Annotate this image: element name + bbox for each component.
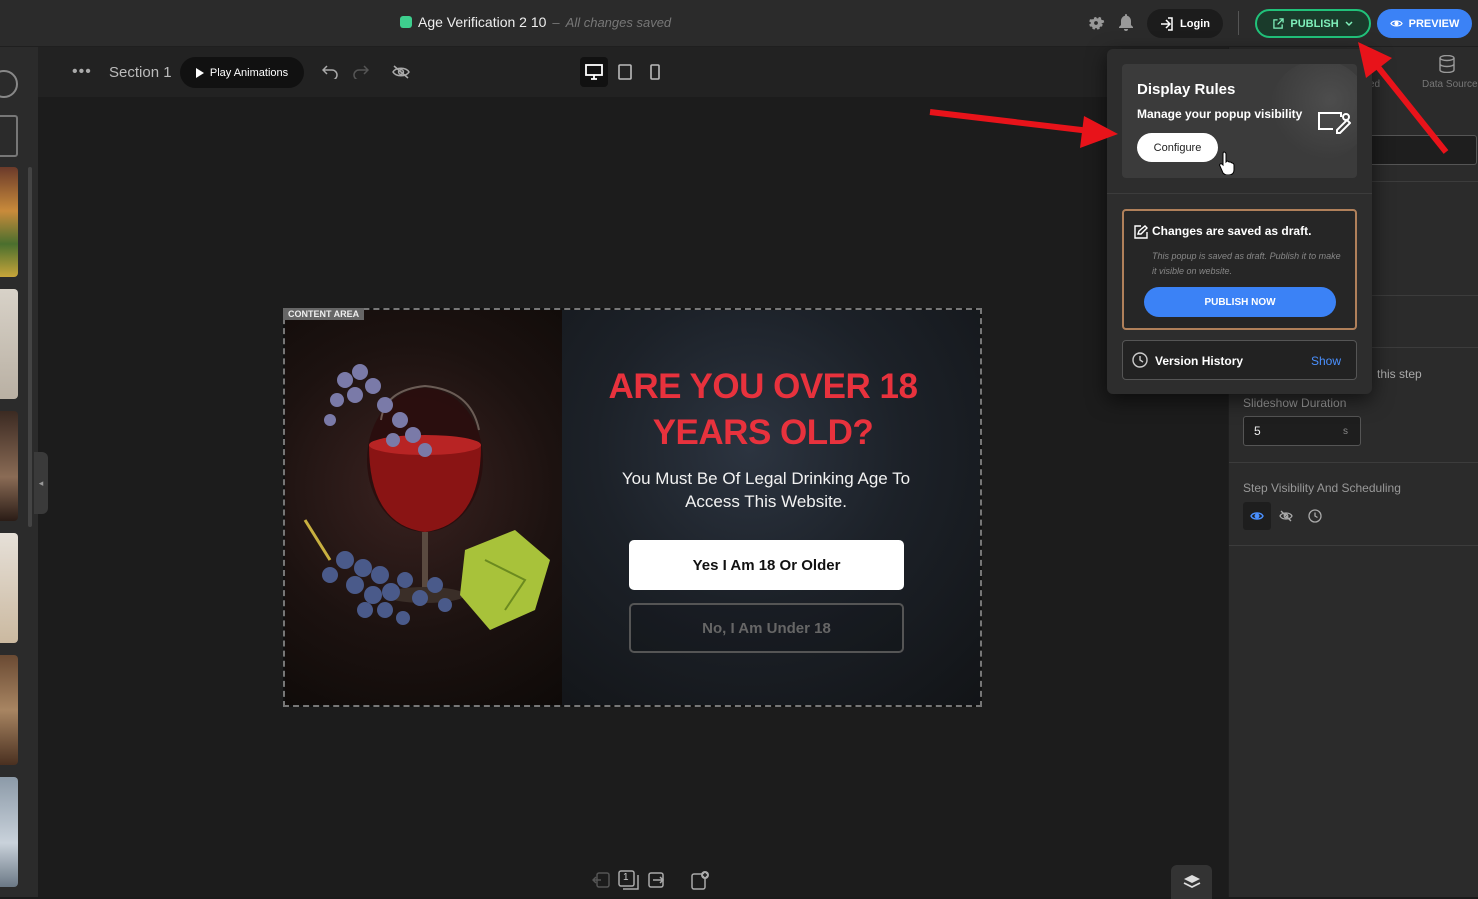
database-icon[interactable] bbox=[1439, 54, 1455, 78]
publish-button[interactable]: PUBLISH bbox=[1255, 9, 1371, 38]
next-page-icon[interactable] bbox=[648, 872, 668, 893]
schedule-clock-icon[interactable] bbox=[1301, 502, 1329, 530]
cursor-hand-icon bbox=[1219, 151, 1235, 180]
no-under-18-button[interactable]: No, I Am Under 18 bbox=[629, 603, 904, 653]
display-rules-title: Display Rules bbox=[1137, 81, 1236, 98]
document-title[interactable]: Age Verification 2 10 – All changes save… bbox=[400, 14, 671, 30]
draft-title: Changes are saved as draft. bbox=[1152, 224, 1312, 238]
external-link-icon bbox=[1273, 18, 1285, 29]
publish-dropdown: Display Rules Manage your popup visibili… bbox=[1107, 49, 1372, 394]
eye-icon bbox=[1389, 20, 1403, 27]
panel-input-field[interactable] bbox=[1369, 135, 1477, 165]
template-thumbnail[interactable] bbox=[0, 167, 18, 277]
slideshow-duration-unit: s bbox=[1343, 426, 1348, 437]
save-status: All changes saved bbox=[565, 14, 672, 30]
publish-now-button[interactable]: PUBLISH NOW bbox=[1144, 287, 1336, 317]
preview-button[interactable]: PREVIEW bbox=[1377, 9, 1472, 38]
yes-over-18-button[interactable]: Yes I Am 18 Or Older bbox=[629, 540, 904, 590]
header-divider bbox=[1238, 11, 1239, 35]
display-rules-card: Display Rules Manage your popup visibili… bbox=[1122, 64, 1357, 178]
wine-glass-image bbox=[303, 364, 550, 630]
edit-rules-icon bbox=[1317, 108, 1352, 139]
history-clock-icon bbox=[1132, 352, 1148, 373]
settings-gear-icon[interactable] bbox=[1085, 12, 1107, 34]
redo-icon[interactable] bbox=[350, 61, 372, 83]
slideshow-duration-value: 5 bbox=[1254, 424, 1261, 438]
step-text-partial: this step bbox=[1377, 367, 1422, 381]
top-bar: Age Verification 2 10 – All changes save… bbox=[0, 0, 1478, 47]
draft-status-card: Changes are saved as draft. This popup i… bbox=[1122, 209, 1357, 330]
play-icon bbox=[195, 67, 204, 78]
page-navigation: 1 bbox=[588, 868, 723, 897]
dropdown-divider bbox=[1107, 193, 1372, 194]
template-thumbnail[interactable] bbox=[0, 411, 18, 521]
draft-description: This popup is saved as draft. Publish it… bbox=[1152, 251, 1341, 276]
notification-bell-icon[interactable] bbox=[1115, 12, 1137, 34]
draft-edit-icon bbox=[1134, 225, 1148, 244]
login-label: Login bbox=[1180, 17, 1210, 30]
document-name: Age Verification 2 10 bbox=[418, 14, 547, 30]
template-thumbnail[interactable] bbox=[0, 289, 18, 399]
mobile-view-icon[interactable] bbox=[641, 57, 669, 87]
template-thumbnail[interactable] bbox=[0, 655, 18, 765]
template-thumbnail[interactable] bbox=[0, 533, 18, 643]
collapse-sidebar-handle[interactable]: ◂ bbox=[34, 452, 48, 514]
version-history-card[interactable]: Version History Show bbox=[1122, 340, 1357, 380]
popup-headline[interactable]: ARE YOU OVER 18 YEARS OLD? bbox=[562, 364, 964, 456]
title-separator: – bbox=[552, 14, 560, 30]
page-number-badge[interactable]: 1 bbox=[618, 870, 640, 895]
left-sidebar bbox=[0, 47, 38, 897]
step-visibility-label: Step Visibility And Scheduling bbox=[1243, 481, 1401, 495]
slideshow-duration-input[interactable]: 5 s bbox=[1243, 416, 1361, 446]
version-history-show-link[interactable]: Show bbox=[1311, 354, 1341, 368]
section-label: Section 1 bbox=[109, 64, 172, 81]
play-animations-label: Play Animations bbox=[209, 66, 289, 79]
content-area-tag: CONTENT AREA bbox=[283, 308, 365, 320]
template-thumbnail[interactable] bbox=[0, 777, 18, 887]
panel-divider bbox=[1229, 462, 1478, 463]
wine-photo[interactable] bbox=[285, 310, 562, 705]
login-icon bbox=[1161, 16, 1173, 31]
add-page-icon[interactable] bbox=[690, 870, 710, 895]
layers-icon bbox=[1183, 875, 1200, 889]
chevron-down-icon bbox=[1345, 20, 1353, 26]
undo-icon[interactable] bbox=[319, 61, 341, 83]
play-animations-button[interactable]: Play Animations bbox=[180, 57, 304, 88]
popup-subline[interactable]: You Must Be Of Legal Drinking Age To Acc… bbox=[600, 467, 932, 513]
login-button[interactable]: Login bbox=[1147, 9, 1223, 38]
tablet-view-icon[interactable] bbox=[611, 57, 639, 87]
sidebar-circle-button[interactable] bbox=[0, 70, 18, 98]
configure-button[interactable]: Configure bbox=[1137, 133, 1218, 162]
sidebar-template-slot[interactable] bbox=[0, 115, 18, 157]
canvas-toolbar: ••• Section 1 Play Animations bbox=[38, 47, 1228, 97]
panel-divider bbox=[1229, 545, 1478, 546]
desktop-view-icon[interactable] bbox=[580, 57, 608, 87]
previous-page-icon[interactable] bbox=[591, 872, 610, 893]
display-rules-description: Manage your popup visibility bbox=[1137, 107, 1303, 121]
slideshow-duration-label: Slideshow Duration bbox=[1243, 396, 1347, 410]
visible-eye-icon[interactable] bbox=[1243, 502, 1271, 530]
tab-data-source[interactable]: Data Source bbox=[1422, 79, 1478, 90]
layers-button[interactable] bbox=[1171, 865, 1212, 899]
preview-label: PREVIEW bbox=[1408, 17, 1460, 30]
sidebar-scrollbar[interactable] bbox=[28, 167, 32, 527]
hide-eye-icon[interactable] bbox=[390, 61, 412, 83]
version-history-title: Version History bbox=[1155, 354, 1244, 368]
status-dot-icon bbox=[400, 16, 412, 28]
page-number: 1 bbox=[623, 872, 629, 883]
publish-label: PUBLISH bbox=[1290, 17, 1339, 30]
hidden-eye-icon[interactable] bbox=[1272, 502, 1300, 530]
more-options-icon[interactable]: ••• bbox=[72, 63, 92, 81]
